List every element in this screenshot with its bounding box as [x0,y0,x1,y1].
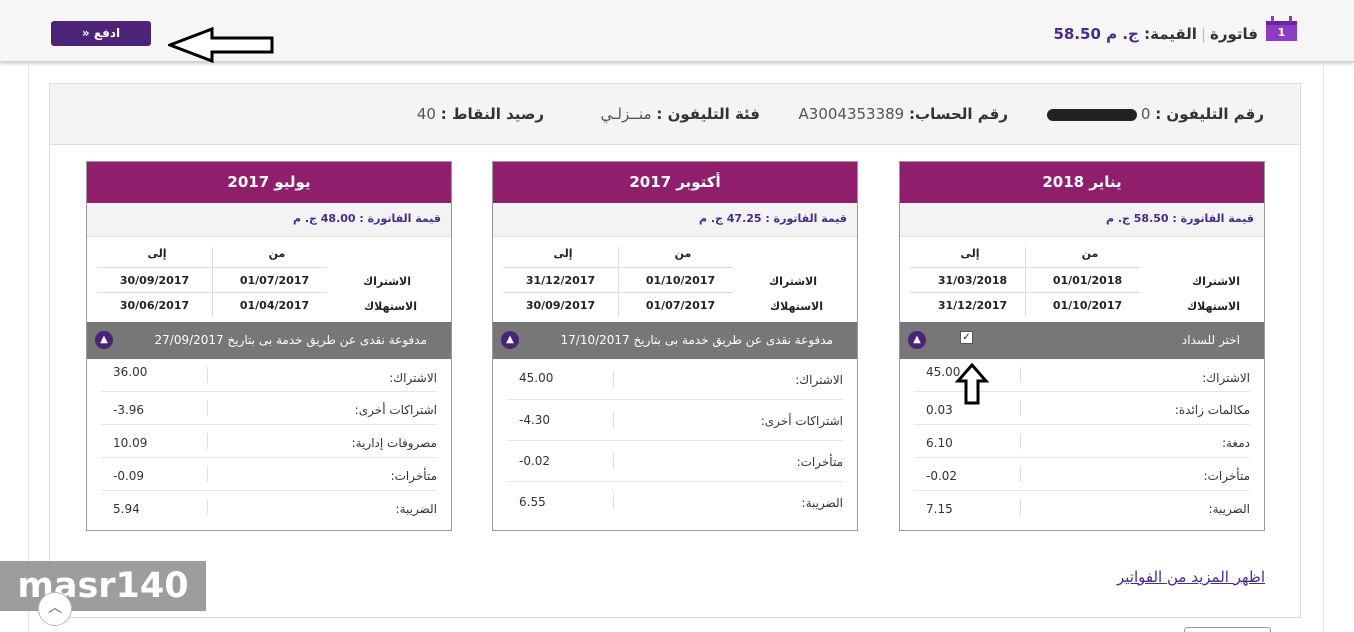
bill-total: قيمة الفاتورة : 48.00 ج. م [87,203,451,237]
bill-period-table: من إلى الاشتراك 01/07/2017 30/09/2017 ال… [87,237,451,322]
account-info-bar: رقم التليفون : 0 رقم الحساب: A3004353389… [50,84,1300,145]
scroll-up-icon[interactable]: ︿ [38,592,72,626]
bill-items: الاشتراك: 45.00 اشتراكات أخرى: -4.30 متأخر… [493,359,857,523]
list-item: الاشتراك: 36.00 [101,359,437,392]
invoice-header: 1 فاتورة|القيمة: ج. م 58.50 ادفع « [0,0,1354,63]
chevron-up-icon[interactable]: ▲ [501,331,519,349]
annotation-arrow-left [168,27,274,63]
bill-period-table: من إلى الاشتراك 01/01/2018 31/03/2018 ال… [900,237,1264,322]
bill-card-oct-2017: أكتوبر 2017 قيمة الفاتورة : 47.25 ج. م م… [492,161,858,531]
bill-month: يوليو 2017 [87,162,451,203]
list-item: مصروفات إدارية: 10.09 [101,425,437,458]
bill-month: يناير 2018 [900,162,1264,203]
bill-total: قيمة الفاتورة : 58.50 ج. م [900,203,1264,237]
list-item: دمغة: 6.10 [914,425,1250,458]
paid-status-text: مدفوعة نقدى عن طريق خدمة بى بتاريخ 17/10… [560,333,833,347]
bill-items: الاشتراك: 36.00 اشتراكات أخرى: -3.96 مصروف… [87,359,451,524]
list-item: متأخرات: -0.02 [914,458,1250,491]
phone-info: رقم التليفون : 0 [1046,105,1264,123]
bill-status-bar: مدفوعة نقدى عن طريق خدمة بى بتاريخ 27/09… [87,322,451,359]
invoice-summary: فاتورة|القيمة: ج. م 58.50 [1053,25,1258,43]
select-bill-checkbox[interactable]: ✓ [960,331,973,344]
list-item: الضريبة: 5.94 [101,491,437,524]
show-more-invoices-link[interactable]: اظهر المزيد من الفواتير [1117,568,1265,586]
calendar-step-icon: 1 [1266,16,1297,41]
bill-status-bar: اختر للسداد ✓ ▲ [900,322,1264,359]
select-to-pay-label: اختر للسداد [1181,333,1240,347]
list-item: الضريبة: 7.15 [914,491,1250,524]
corner-button[interactable] [1184,627,1271,632]
pay-button[interactable]: ادفع « [51,21,151,46]
phone-category-info: فئة التليفون : منــزلـي [600,105,760,123]
bill-card-jan-2018: يناير 2018 قيمة الفاتورة : 58.50 ج. م من… [899,161,1265,531]
list-item: متأخرات: -0.09 [101,458,437,491]
bill-total: قيمة الفاتورة : 47.25 ج. م [493,203,857,237]
list-item: متأخرات: -0.02 [507,441,843,482]
chevron-up-icon[interactable]: ▲ [95,331,113,349]
paid-status-text: مدفوعة نقدى عن طريق خدمة بى بتاريخ 27/09… [154,333,427,347]
value-label: القيمة: [1144,25,1197,43]
list-item: الاشتراك: 45.00 [507,359,843,400]
list-item: اشتراكات أخرى: -3.96 [101,392,437,425]
chevron-up-icon[interactable]: ▲ [908,331,926,349]
account-number-info: رقم الحساب: A3004353389 [798,105,1008,123]
annotation-arrow-up [955,363,989,405]
redacted-phone [1046,108,1137,121]
bill-period-table: من إلى الاشتراك 01/10/2017 31/12/2017 ال… [493,237,857,322]
watermark-logo: masr140 [0,561,206,611]
points-balance-info: رصيد النقاط : 40 [416,105,544,123]
bill-status-bar: مدفوعة نقدى عن طريق خدمة بى بتاريخ 17/10… [493,322,857,359]
bill-month: أكتوبر 2017 [493,162,857,203]
invoice-label: فاتورة [1210,25,1258,43]
list-item: الضريبة: 6.55 [519,494,843,510]
double-chevron-icon: « [81,26,90,40]
invoice-amount: ج. م 58.50 [1053,25,1139,43]
bill-card-jul-2017: يوليو 2017 قيمة الفاتورة : 48.00 ج. م من… [86,161,452,531]
list-item: اشتراكات أخرى: -4.30 [507,400,843,441]
